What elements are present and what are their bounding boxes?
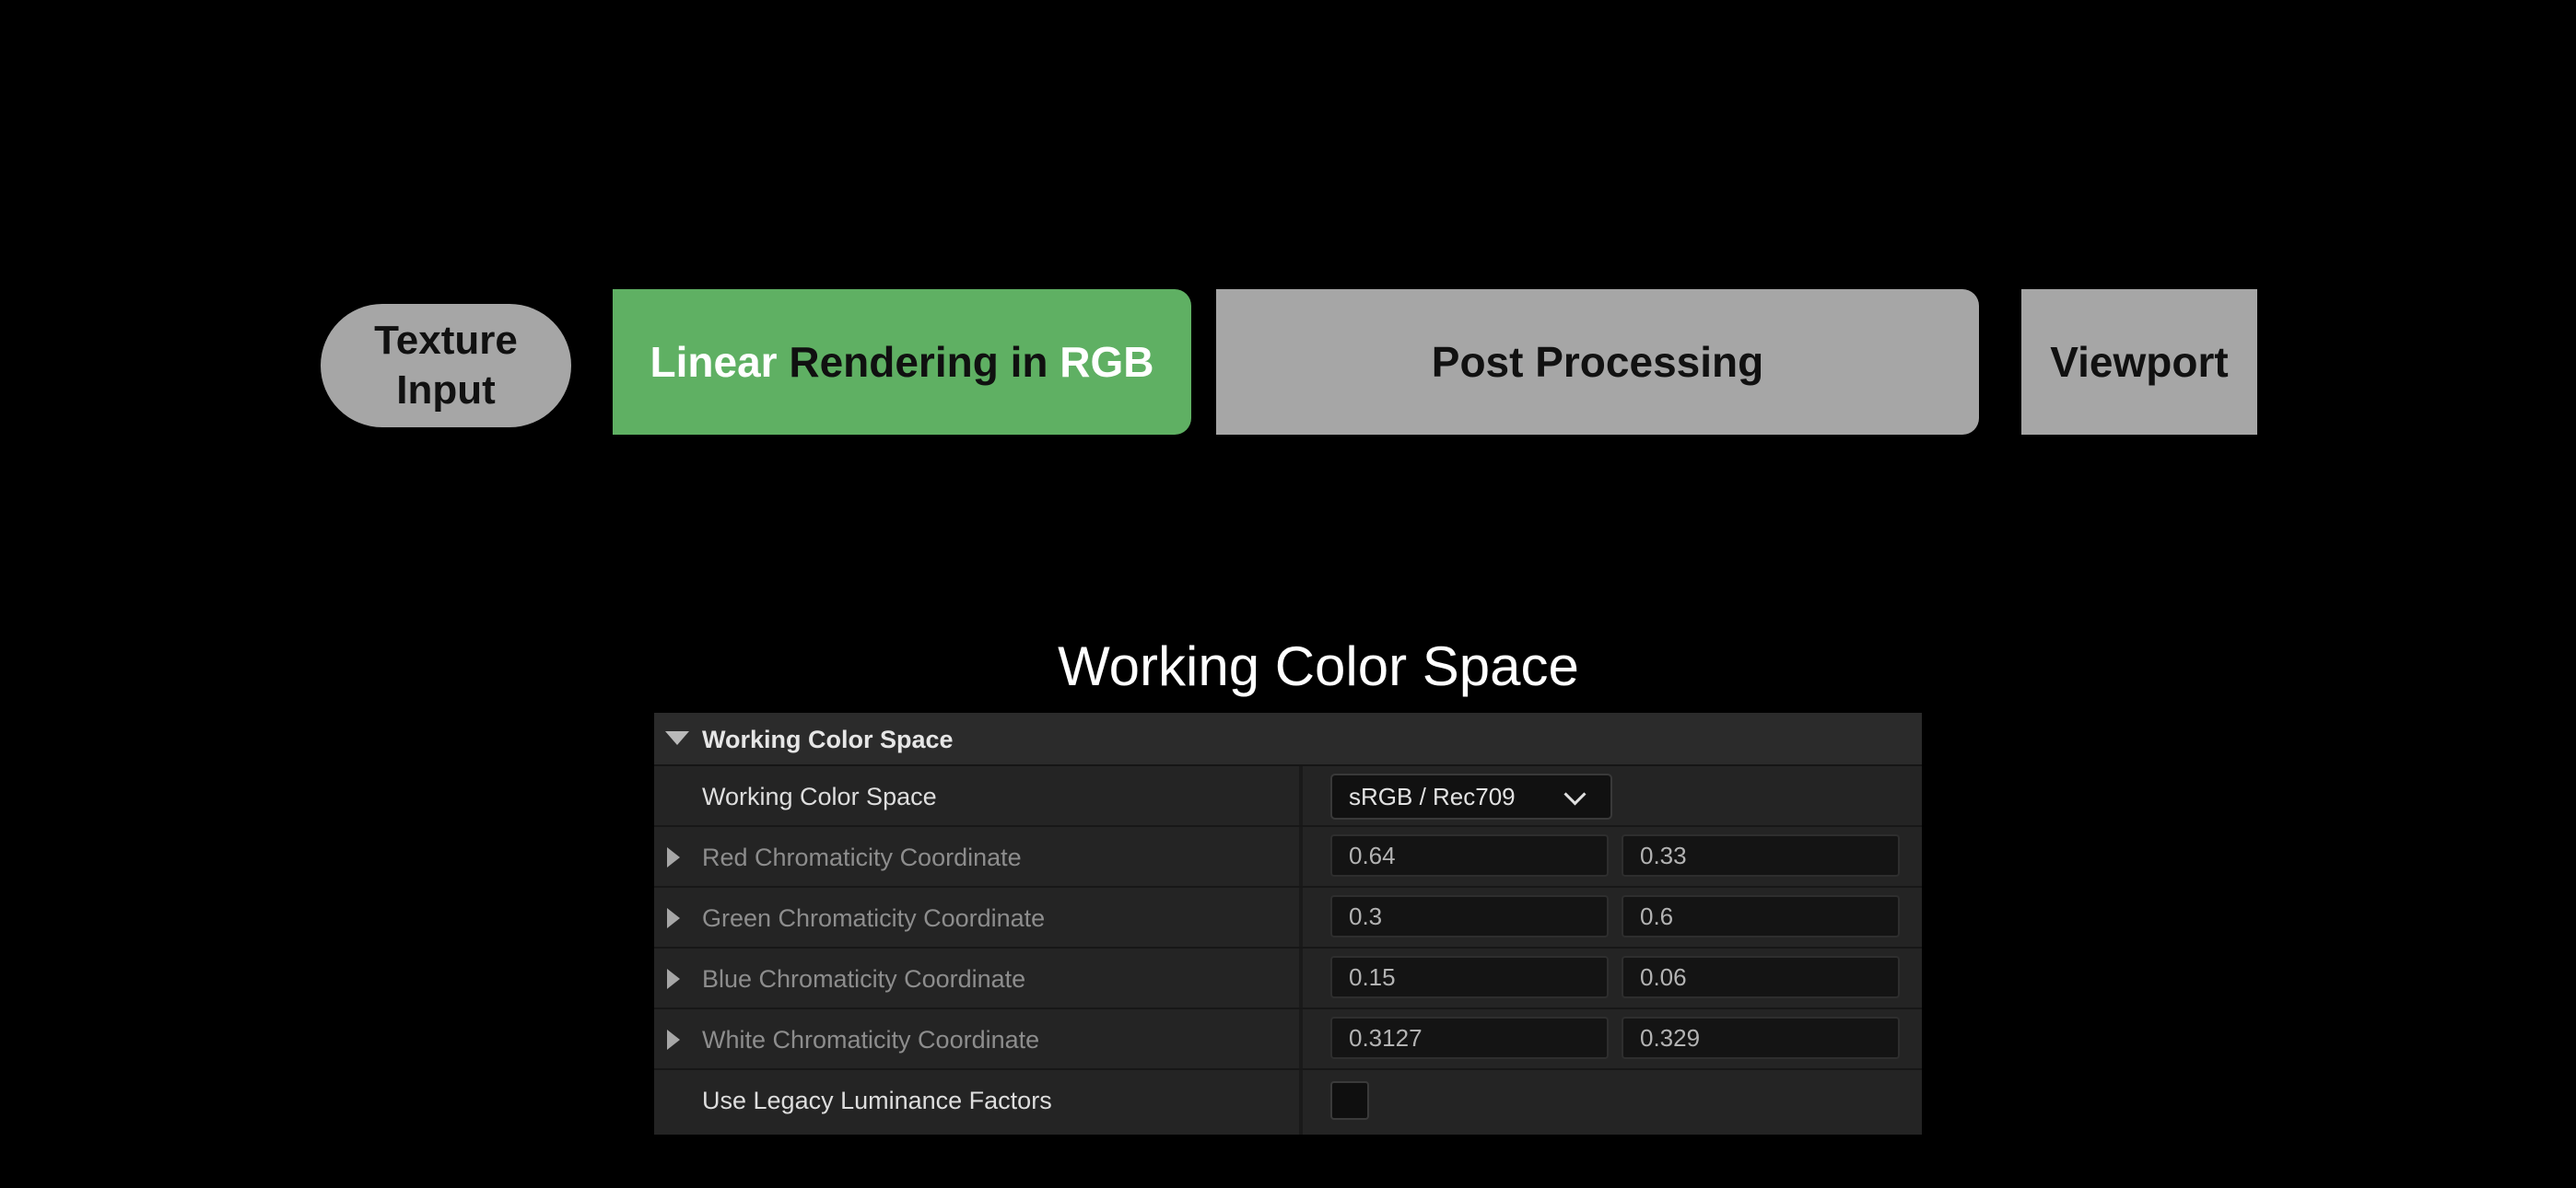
green-chromaticity-x-field[interactable]: 0.3: [1330, 895, 1609, 938]
column-divider[interactable]: [1299, 766, 1303, 825]
legacy-luminance-label: Use Legacy Luminance Factors: [702, 1087, 1052, 1114]
blue-chromaticity-y-field[interactable]: 0.06: [1622, 956, 1900, 998]
white-chromaticity-y-field[interactable]: 0.329: [1622, 1017, 1900, 1059]
green-chromaticity-label: Green Chromaticity Coordinate: [702, 904, 1046, 932]
texture-input-label-line1: Texture: [374, 318, 518, 363]
expand-arrow-icon[interactable]: [667, 908, 680, 928]
category-header[interactable]: Working Color Space: [654, 713, 1922, 766]
working-color-space-label: Working Color Space: [702, 783, 937, 810]
category-header-title: Working Color Space: [702, 726, 954, 753]
stage: Texture Input Linear Rendering in RGB Po…: [0, 0, 2576, 1188]
green-chromaticity-y-field[interactable]: 0.6: [1622, 895, 1900, 938]
expand-arrow-icon[interactable]: [667, 847, 680, 868]
white-chromaticity-row: White Chromaticity Coordinate 0.3127 0.3…: [654, 1009, 1922, 1070]
red-chromaticity-y-field[interactable]: 0.33: [1622, 834, 1900, 877]
column-divider[interactable]: [1299, 888, 1303, 947]
blue-chromaticity-label: Blue Chromaticity Coordinate: [702, 965, 1026, 993]
blue-chromaticity-x-field[interactable]: 0.15: [1330, 956, 1609, 998]
texture-input-label-line2: Input: [396, 367, 496, 413]
white-chromaticity-x-field[interactable]: 0.3127: [1330, 1017, 1609, 1059]
viewport-label: Viewport: [2050, 338, 2229, 386]
white-chromaticity-label: White Chromaticity Coordinate: [702, 1026, 1040, 1054]
linear-rendering-label-part3: RGB: [1060, 338, 1154, 386]
working-color-space-row: Working Color Space sRGB / Rec709: [654, 766, 1922, 827]
section-title: Working Color Space: [1058, 635, 1579, 697]
post-processing-label: Post Processing: [1431, 338, 1764, 386]
column-divider[interactable]: [1299, 1070, 1303, 1135]
working-color-space-value: sRGB / Rec709: [1349, 783, 1516, 810]
red-chromaticity-row: Red Chromaticity Coordinate 0.64 0.33: [654, 827, 1922, 888]
column-divider[interactable]: [1299, 1009, 1303, 1068]
red-chromaticity-x-field[interactable]: 0.64: [1330, 834, 1609, 877]
viewport-stage: Viewport: [2021, 289, 2257, 435]
texture-input-stage: Texture Input: [321, 304, 571, 427]
blue-chromaticity-row: Blue Chromaticity Coordinate 0.15 0.06: [654, 949, 1922, 1009]
working-color-space-dropdown[interactable]: sRGB / Rec709: [1330, 774, 1612, 820]
linear-rendering-label-part2: Rendering in: [789, 338, 1048, 386]
working-color-space-panel: Working Color Space Working Color Space …: [654, 713, 1922, 1135]
legacy-luminance-row: Use Legacy Luminance Factors: [654, 1070, 1922, 1135]
post-processing-stage: Post Processing: [1216, 289, 1979, 435]
red-chromaticity-label: Red Chromaticity Coordinate: [702, 844, 1022, 871]
collapse-caret-icon[interactable]: [665, 731, 689, 745]
linear-rendering-stage: Linear Rendering in RGB: [613, 289, 1191, 435]
linear-rendering-label-part1: Linear: [650, 338, 778, 386]
expand-arrow-icon[interactable]: [667, 969, 680, 989]
column-divider[interactable]: [1299, 827, 1303, 886]
chevron-down-icon: [1563, 783, 1587, 806]
column-divider[interactable]: [1299, 949, 1303, 1007]
green-chromaticity-row: Green Chromaticity Coordinate 0.3 0.6: [654, 888, 1922, 949]
legacy-luminance-checkbox[interactable]: [1330, 1081, 1369, 1120]
expand-arrow-icon[interactable]: [667, 1030, 680, 1050]
